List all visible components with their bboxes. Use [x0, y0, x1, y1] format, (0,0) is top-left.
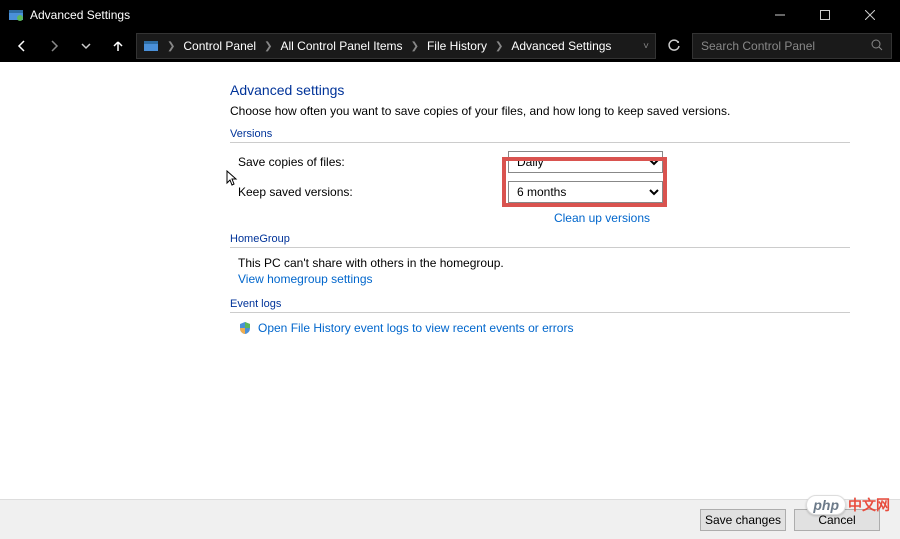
- navbar: ❯ Control Panel ❯ All Control Panel Item…: [0, 30, 900, 62]
- chevron-right-icon: ❯: [491, 41, 507, 52]
- page-title: Advanced settings: [230, 82, 850, 98]
- chevron-down-icon[interactable]: ˅: [643, 41, 649, 52]
- watermark-text: 中文网: [848, 495, 890, 515]
- cleanup-versions-link[interactable]: Clean up versions: [554, 211, 650, 225]
- homegroup-section-header: HomeGroup: [230, 233, 850, 248]
- address-bar[interactable]: ❯ Control Panel ❯ All Control Panel Item…: [136, 33, 656, 59]
- eventlogs-link[interactable]: Open File History event logs to view rec…: [258, 321, 573, 335]
- save-copies-row: Save copies of files: Daily: [230, 151, 850, 173]
- back-button[interactable]: [8, 32, 36, 60]
- breadcrumb-item[interactable]: File History: [427, 39, 487, 53]
- search-icon: [871, 39, 883, 54]
- control-panel-icon: [143, 38, 159, 54]
- footer-bar: Save changes Cancel: [0, 499, 900, 539]
- forward-button[interactable]: [40, 32, 68, 60]
- chevron-right-icon: ❯: [163, 41, 179, 52]
- minimize-button[interactable]: [757, 0, 802, 30]
- maximize-button[interactable]: [802, 0, 847, 30]
- keep-versions-row: Keep saved versions: 6 months: [230, 181, 850, 203]
- homegroup-body: This PC can't share with others in the h…: [230, 256, 850, 270]
- app-icon: [8, 7, 24, 23]
- search-placeholder: Search Control Panel: [701, 39, 871, 53]
- page-description: Choose how often you want to save copies…: [230, 104, 850, 118]
- save-copies-label: Save copies of files:: [238, 155, 508, 169]
- close-button[interactable]: [847, 0, 892, 30]
- breadcrumb-item[interactable]: Control Panel: [183, 39, 256, 53]
- chevron-right-icon: ❯: [260, 41, 276, 52]
- versions-section-header: Versions: [230, 128, 850, 143]
- chevron-right-icon: ❯: [407, 41, 423, 52]
- save-copies-select[interactable]: Daily: [508, 151, 663, 173]
- shield-icon: [238, 321, 252, 335]
- titlebar: Advanced Settings: [0, 0, 900, 30]
- keep-versions-label: Keep saved versions:: [238, 185, 508, 199]
- keep-versions-select[interactable]: 6 months: [508, 181, 663, 203]
- content-area: Advanced settings Choose how often you w…: [0, 62, 900, 499]
- breadcrumb-item[interactable]: All Control Panel Items: [281, 39, 403, 53]
- eventlogs-section-header: Event logs: [230, 298, 850, 313]
- save-changes-button[interactable]: Save changes: [700, 509, 786, 531]
- window-title: Advanced Settings: [30, 8, 130, 22]
- homegroup-settings-link[interactable]: View homegroup settings: [238, 272, 373, 286]
- breadcrumb-item[interactable]: Advanced Settings: [511, 39, 611, 53]
- search-input[interactable]: Search Control Panel: [692, 33, 892, 59]
- up-button[interactable]: [104, 32, 132, 60]
- watermark: php 中文网: [806, 495, 890, 515]
- refresh-button[interactable]: [660, 32, 688, 60]
- recent-locations-button[interactable]: [72, 32, 100, 60]
- watermark-badge: php: [806, 495, 846, 515]
